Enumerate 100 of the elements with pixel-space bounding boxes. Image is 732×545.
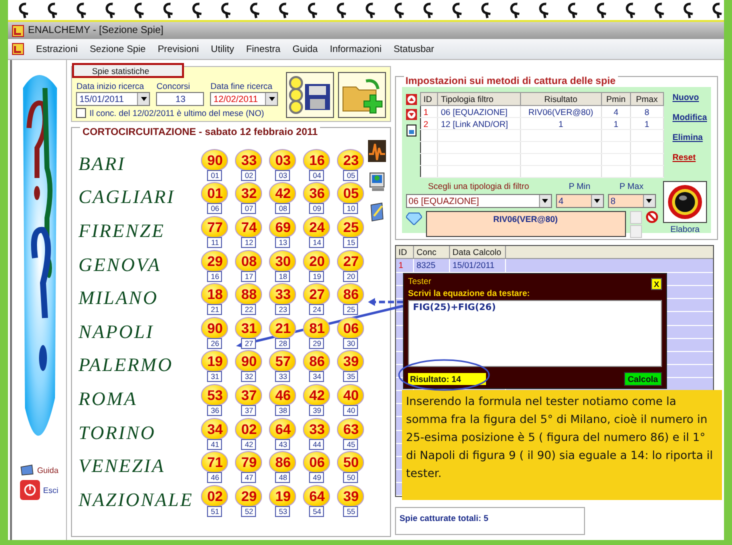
pmin-select[interactable]: 4 [556, 194, 604, 208]
save-button[interactable] [286, 72, 334, 118]
calculate-button[interactable]: Calcola [624, 372, 662, 386]
number-bulb: 77 [201, 216, 228, 238]
printer-icon[interactable] [406, 124, 417, 137]
pmax-select[interactable]: 8 [608, 194, 656, 208]
number-bulb: 23 [337, 148, 364, 171]
field-label: Data fine ricerca [210, 81, 274, 91]
caret-icon [590, 195, 603, 207]
number-bulb: 19 [269, 484, 296, 507]
move-down-icon[interactable] [406, 109, 417, 120]
checkbox[interactable] [76, 108, 86, 118]
number-bulb: 08 [235, 250, 262, 272]
table-cell: 1 [420, 106, 438, 118]
menu-item[interactable]: Estrazioni [36, 44, 78, 54]
close-button[interactable]: X [651, 278, 662, 290]
number-bulb: 20 [303, 250, 330, 272]
number-bulb: 37 [235, 384, 262, 406]
menu-item[interactable]: Guida [292, 44, 318, 54]
number-bulb: 34 [201, 418, 228, 440]
number-bulb: 86 [337, 283, 364, 306]
number-bulb: 81 [303, 316, 330, 339]
menu-item[interactable]: Spie statistiche [72, 63, 184, 78]
number-bulb: 32 [235, 182, 262, 204]
number-bulb: 29 [201, 250, 228, 272]
end-date-field[interactable]: 12/02/2011 [210, 92, 278, 106]
wheel-name: GENOVA [78, 254, 162, 277]
column-header: ID [420, 92, 438, 106]
field-label: P Max [618, 181, 644, 191]
table-cell: 8325 [414, 259, 450, 272]
number-bulb: 33 [269, 283, 296, 306]
action-link[interactable]: Modifica [672, 112, 707, 122]
number-bulb: 16 [303, 148, 330, 171]
number-bulb: 46 [269, 384, 296, 406]
number-bulb: 27 [303, 283, 330, 306]
start-date-field[interactable]: 15/01/2011 [76, 92, 150, 106]
formula-field[interactable]: RIV06(VER@80) [426, 211, 626, 237]
number-bulb: 64 [269, 418, 296, 440]
number-bulb: 03 [269, 148, 296, 171]
target-icon [667, 184, 703, 220]
equation-field[interactable]: FIG(25)+FIG(26) [408, 300, 662, 367]
run-button[interactable] [663, 181, 707, 223]
open-folder-button[interactable] [338, 72, 386, 118]
table-cell: 4 [601, 106, 631, 118]
save-icon [288, 75, 332, 115]
number-bulb: 57 [269, 350, 296, 372]
action-link[interactable]: Reset [672, 152, 707, 162]
draws-count-field[interactable]: 13 [156, 92, 204, 106]
number-bulb: 90 [235, 350, 262, 372]
number-bulb: 06 [337, 316, 364, 339]
checkbox-label: Il conc. del 12/02/2011 è ultimo del mese (NO) [89, 108, 264, 118]
caret-icon [538, 195, 551, 207]
number-bulb: 53 [201, 384, 228, 406]
field-label: Data inizio ricerca [76, 81, 146, 91]
number-bulb: 02 [201, 484, 228, 507]
book-icon [20, 464, 34, 476]
menu-item[interactable]: Sezione Spie [90, 44, 146, 54]
sidebar-item[interactable]: Guida [20, 464, 58, 476]
number-bulb: 01 [201, 182, 228, 204]
menu-item[interactable]: Statusbar [394, 44, 434, 54]
wheel-name: ROMA [78, 388, 138, 411]
notepad-icon [368, 202, 386, 222]
table-cell: 15/01/2011 [450, 259, 506, 272]
no-entry-icon[interactable] [646, 211, 658, 223]
number-bulb: 42 [303, 384, 330, 406]
wheel-name: BARI [78, 154, 127, 176]
diamond-icon [406, 211, 422, 225]
number-bulb: 39 [337, 484, 364, 507]
wheel-name: NAPOLI [78, 322, 155, 344]
number-bulb: 90 [201, 148, 228, 171]
wheel-name: PALERMO [78, 355, 174, 378]
number-bulb: 39 [337, 350, 364, 372]
menu-item[interactable]: Utility [210, 44, 234, 54]
table-cell: 12 [Link AND/OR] [437, 118, 521, 130]
move-up-icon[interactable] [406, 94, 417, 105]
menu-item[interactable]: Previsioni [158, 44, 199, 54]
settings-title: Impostazioni sui metodi di cattura delle spie [404, 76, 618, 87]
number-bulb: 40 [337, 384, 364, 406]
wheel-name: TORINO [78, 422, 157, 445]
annotation-note: Inserendo la formula nel tester notiamo come la somma fra la figura del 5° di Milano, cioè il numero in 25-esima posizione è 5 ( figura del numero 86) e il 1° di Napoli di figura 9 ( il 90) sia eguale a 14: lo riporta il tester. [402, 390, 722, 500]
number-bulb: 42 [269, 182, 296, 204]
number-bulb: 31 [235, 316, 262, 339]
filter-type-select[interactable]: 06 [EQUAZIONE] [406, 194, 552, 208]
column-header: Pmin [601, 92, 631, 106]
number-bulb: 30 [269, 250, 296, 272]
action-link[interactable]: Elimina [672, 132, 707, 142]
dialog-title: Tester [408, 276, 432, 286]
column-header: Pmax [630, 92, 664, 106]
window-title: ENALCHEMY - [Sezione Spie] [28, 25, 164, 36]
wheel-name: VENEZIA [78, 456, 166, 478]
menu-item[interactable]: Finestra [246, 44, 280, 54]
menu-item[interactable]: Informazioni [330, 44, 382, 54]
action-link[interactable]: Nuovo [672, 92, 707, 102]
number-bulb: 25 [337, 216, 364, 238]
sidebar-item[interactable]: Esci [20, 480, 58, 500]
number-bulb: 06 [303, 451, 330, 474]
number-bulb: 71 [201, 451, 228, 474]
computer-icon [368, 172, 386, 192]
wheel-name: CAGLIARI [78, 187, 176, 210]
number-bulb: 33 [303, 418, 330, 440]
